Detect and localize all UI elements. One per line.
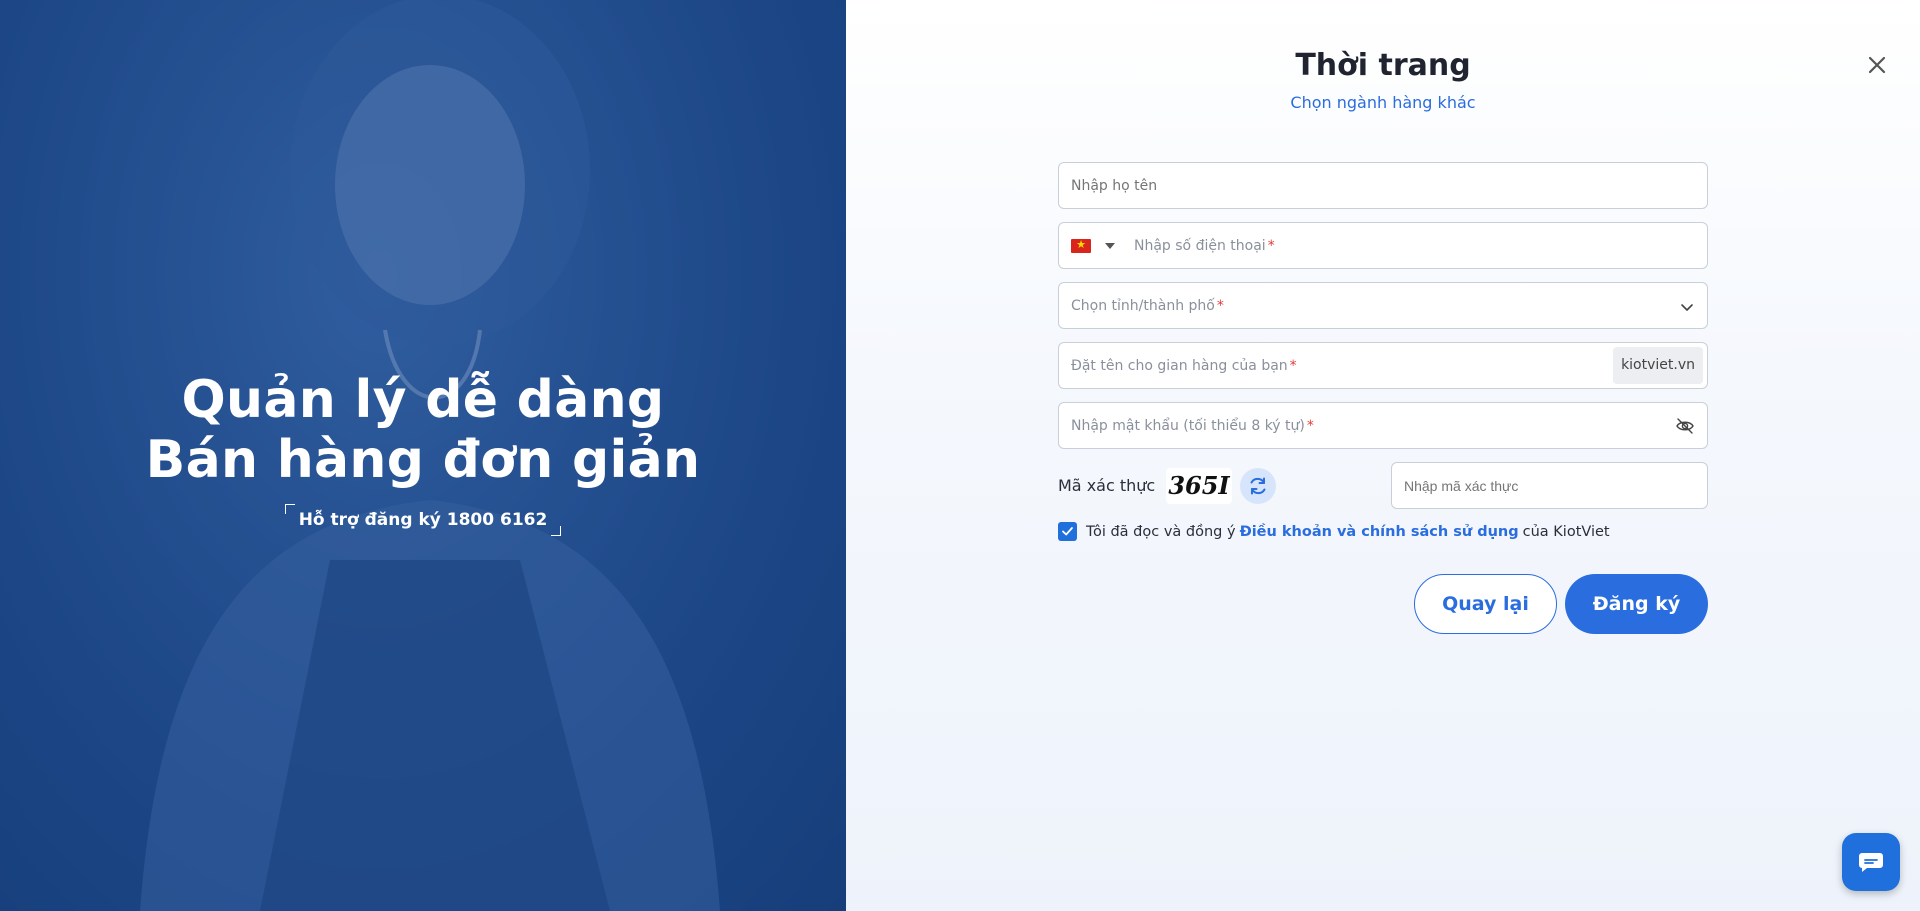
chat-button[interactable] <box>1842 833 1900 891</box>
hero-title-line1: Quản lý dễ dàng <box>181 370 665 430</box>
form-actions: Quay lại Đăng ký <box>1414 574 1708 634</box>
name-input[interactable] <box>1059 163 1707 208</box>
phone-placeholder: Nhập số điện thoại * <box>1134 238 1275 254</box>
checkmark-icon <box>1062 527 1073 536</box>
terms-checkbox[interactable] <box>1058 522 1077 541</box>
hero-title-line2: Bán hàng đơn giản <box>145 430 701 490</box>
required-mark: * <box>1267 238 1275 254</box>
domain-suffix: kiotviet.vn <box>1613 347 1703 384</box>
password-placeholder: Nhập mật khẩu (tối thiểu 8 ký tự) * <box>1071 418 1314 434</box>
eye-off-icon[interactable] <box>1675 416 1695 436</box>
support-hotline: Hỗ trợ đăng ký 1800 6162 <box>284 504 562 536</box>
required-mark: * <box>1216 298 1224 314</box>
required-mark: * <box>1289 358 1297 374</box>
city-select[interactable]: Chọn tỉnh/thành phố * <box>1058 282 1708 329</box>
shop-name-field[interactable]: Đặt tên cho gian hàng của bạn * kiotviet.… <box>1058 342 1708 389</box>
register-button[interactable]: Đăng ký <box>1565 574 1708 634</box>
password-field[interactable]: Nhập mật khẩu (tối thiểu 8 ký tự) * <box>1058 402 1708 449</box>
terms-link[interactable]: Điều khoản và chính sách sử dụng <box>1240 524 1519 540</box>
hero-panel: Quản lý dễ dàng Bán hàng đơn giản Hỗ trợ… <box>0 0 846 911</box>
chat-icon <box>1859 853 1883 872</box>
vn-flag-icon[interactable] <box>1071 237 1091 253</box>
required-mark: * <box>1306 418 1314 434</box>
terms-prefix: Tôi đã đọc và đồng ý <box>1086 523 1236 540</box>
register-panel: Thời trang Chọn ngành hàng khác Nhập số … <box>846 0 1920 911</box>
chevron-down-icon <box>1681 304 1693 311</box>
captcha-image: 365I <box>1166 467 1232 504</box>
captcha-field[interactable] <box>1391 462 1708 509</box>
back-button[interactable]: Quay lại <box>1414 574 1557 634</box>
hero-title: Quản lý dễ dàng Bán hàng đơn giản <box>0 370 846 490</box>
refresh-icon <box>1250 477 1266 494</box>
captcha-input[interactable] <box>1392 463 1707 508</box>
terms-row: Tôi đã đọc và đồng ý Điều khoản và chính… <box>1058 522 1708 541</box>
city-placeholder: Chọn tỉnh/thành phố * <box>1071 298 1224 314</box>
captcha-label: Mã xác thực <box>1058 476 1156 495</box>
support-hotline-text: Hỗ trợ đăng ký 1800 6162 <box>298 510 548 530</box>
shop-name-placeholder: Đặt tên cho gian hàng của bạn * <box>1071 358 1297 374</box>
hero-text: Quản lý dễ dàng Bán hàng đơn giản Hỗ trợ… <box>0 370 846 536</box>
register-form: Nhập số điện thoại* Chọn tỉnh/thành phố*… <box>1058 162 1708 634</box>
phone-field[interactable]: Nhập số điện thoại* <box>1058 222 1708 269</box>
corner-bracket-icon <box>284 504 295 514</box>
captcha-row: Mã xác thực 365I <box>1058 462 1708 509</box>
corner-bracket-icon <box>551 526 562 536</box>
change-industry-link[interactable]: Chọn ngành hàng khác <box>846 93 1920 112</box>
page-title: Thời trang <box>1295 48 1471 83</box>
refresh-captcha-button[interactable] <box>1240 467 1276 504</box>
terms-suffix: của KiotViet <box>1522 523 1610 540</box>
name-field[interactable] <box>1058 162 1708 209</box>
caret-down-icon[interactable] <box>1105 242 1115 249</box>
